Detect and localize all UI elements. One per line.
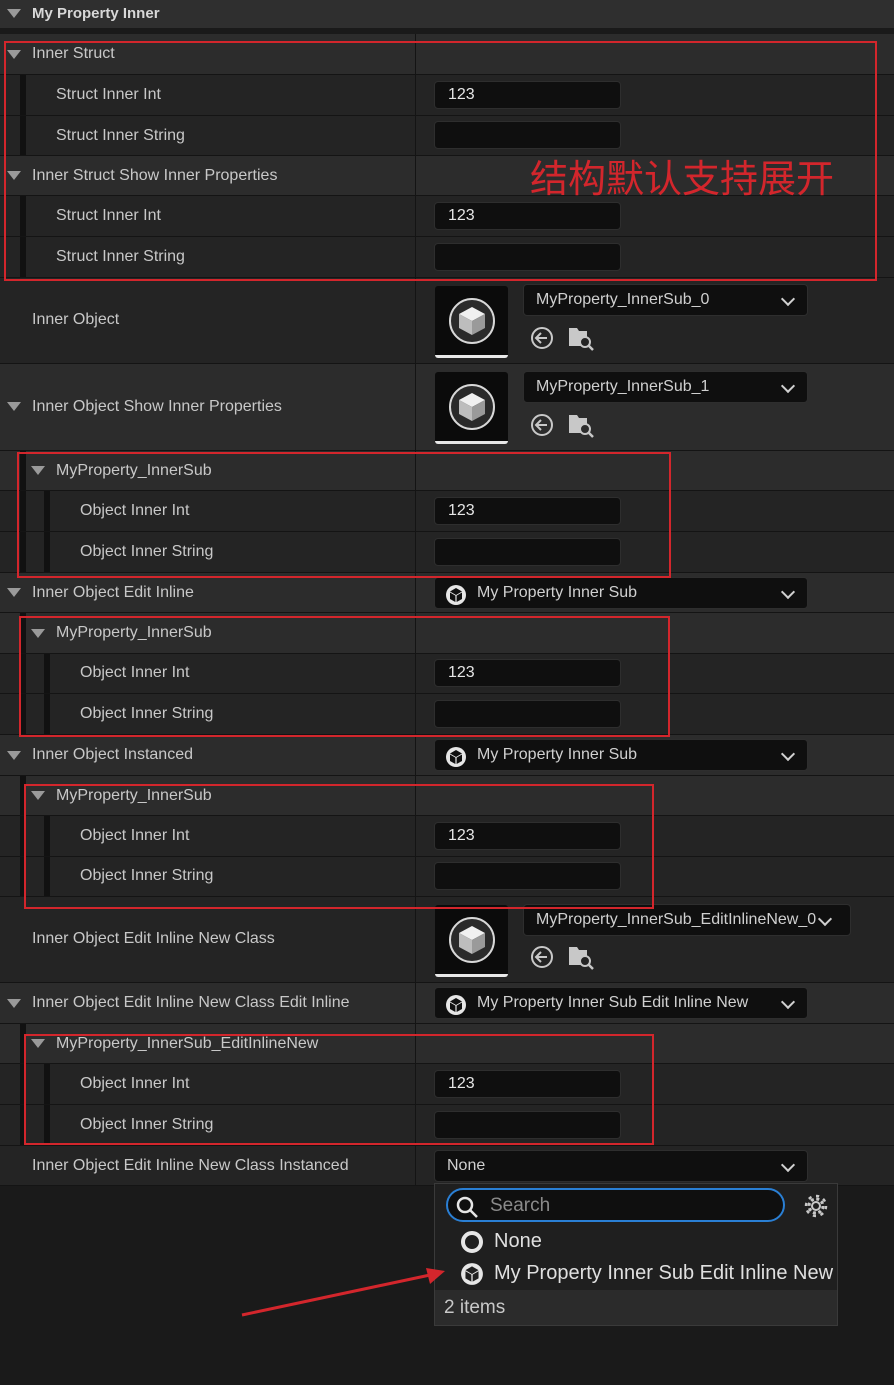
row-inner-object: Inner Object MyProperty_InnerSub_0: [0, 278, 894, 364]
property-label: Inner Object: [32, 311, 120, 328]
search-icon: [456, 1196, 478, 1218]
chevron-down-icon: [780, 994, 796, 1010]
none-icon: [461, 1231, 483, 1253]
property-label: Inner Object Show Inner Properties: [32, 398, 282, 415]
row-ein-class-instanced: Inner Object Edit Inline New Class Insta…: [0, 1146, 894, 1186]
category-title: My Property Inner: [32, 5, 160, 22]
highlight-box: [24, 1034, 654, 1145]
option-label: None: [494, 1230, 542, 1252]
browse-folder-icon[interactable]: [567, 411, 595, 439]
combo-value: My Property Inner Sub: [477, 746, 638, 763]
annotation-arrow-icon: [241, 1268, 445, 1317]
asset-thumbnail[interactable]: [435, 372, 508, 444]
gear-icon[interactable]: [803, 1193, 829, 1219]
collapse-arrow-icon[interactable]: [7, 9, 21, 18]
highlight-box: [19, 616, 670, 737]
highlight-box: [17, 452, 671, 578]
chevron-down-icon: [780, 746, 796, 762]
category-header[interactable]: My Property Inner: [0, 0, 894, 28]
chevron-down-icon: [780, 584, 796, 600]
use-selected-icon[interactable]: [529, 325, 555, 351]
chevron-down-icon: [780, 1157, 796, 1173]
asset-thumbnail[interactable]: [435, 905, 508, 977]
option-my-property-inner-sub-edit-inline-new[interactable]: My Property Inner Sub Edit Inline New: [435, 1258, 837, 1290]
annotation-text: 结构默认支持展开: [530, 157, 835, 201]
highlight-box: [24, 784, 654, 909]
combo-value: MyProperty_InnerSub_0: [536, 291, 710, 308]
cube-icon: [459, 307, 485, 335]
combo-value: My Property Inner Sub Edit Inline New: [477, 994, 749, 1011]
cube-icon: [459, 393, 485, 421]
class-picker-combo[interactable]: None: [434, 1150, 808, 1182]
expand-arrow-icon[interactable]: [7, 999, 21, 1008]
class-icon: [446, 747, 466, 767]
search-input[interactable]: Search: [446, 1188, 785, 1222]
combo-value: MyProperty_InnerSub_1: [536, 378, 710, 395]
expand-arrow-icon[interactable]: [7, 588, 21, 597]
combo-value: None: [447, 1157, 486, 1174]
class-picker-combo[interactable]: My Property Inner Sub: [434, 739, 808, 771]
browse-folder-icon[interactable]: [567, 943, 595, 971]
search-placeholder: Search: [490, 1195, 551, 1216]
browse-folder-icon[interactable]: [567, 324, 595, 352]
cube-icon: [459, 926, 485, 954]
property-label: Inner Object Edit Inline: [32, 584, 194, 601]
object-picker-combo[interactable]: MyProperty_InnerSub_0: [523, 284, 808, 316]
option-label: My Property Inner Sub Edit Inline New: [494, 1262, 834, 1284]
combo-value: MyProperty_InnerSub_EditInlineNew_0: [536, 911, 817, 928]
option-none[interactable]: None: [435, 1226, 837, 1258]
asset-thumbnail[interactable]: [435, 286, 508, 358]
class-icon: [461, 1263, 483, 1285]
use-selected-icon[interactable]: [529, 412, 555, 438]
use-selected-icon[interactable]: [529, 944, 555, 970]
row-inner-object-show[interactable]: Inner Object Show Inner Properties MyPro…: [0, 364, 894, 451]
dropdown-footer: 2 items: [435, 1290, 837, 1325]
property-label: Inner Object Edit Inline New Class Insta…: [32, 1157, 349, 1174]
property-label: Inner Object Instanced: [32, 746, 193, 763]
property-label: Inner Object Edit Inline New Class Edit …: [32, 994, 350, 1011]
class-icon: [446, 585, 466, 605]
row-instanced[interactable]: Inner Object Instanced My Property Inner…: [0, 735, 894, 776]
chevron-down-icon: [780, 291, 796, 307]
combo-value: My Property Inner Sub: [477, 584, 638, 601]
chevron-down-icon: [780, 378, 796, 394]
expand-arrow-icon[interactable]: [7, 402, 21, 411]
class-picker-combo[interactable]: My Property Inner Sub: [434, 577, 808, 609]
row-ein-class: Inner Object Edit Inline New Class MyPro…: [0, 897, 894, 983]
property-label: Inner Object Edit Inline New Class: [32, 930, 275, 947]
object-picker-combo[interactable]: MyProperty_InnerSub_1: [523, 371, 808, 403]
chevron-down-icon: [817, 911, 833, 927]
row-edit-inline[interactable]: Inner Object Edit Inline My Property Inn…: [0, 573, 894, 613]
row-ein-class-edit-inline[interactable]: Inner Object Edit Inline New Class Edit …: [0, 983, 894, 1024]
class-dropdown-menu: Search None My Property Inner Sub Edit I…: [434, 1183, 838, 1326]
expand-arrow-icon[interactable]: [7, 751, 21, 760]
class-icon: [446, 995, 466, 1015]
class-picker-combo[interactable]: My Property Inner Sub Edit Inline New: [434, 987, 808, 1019]
